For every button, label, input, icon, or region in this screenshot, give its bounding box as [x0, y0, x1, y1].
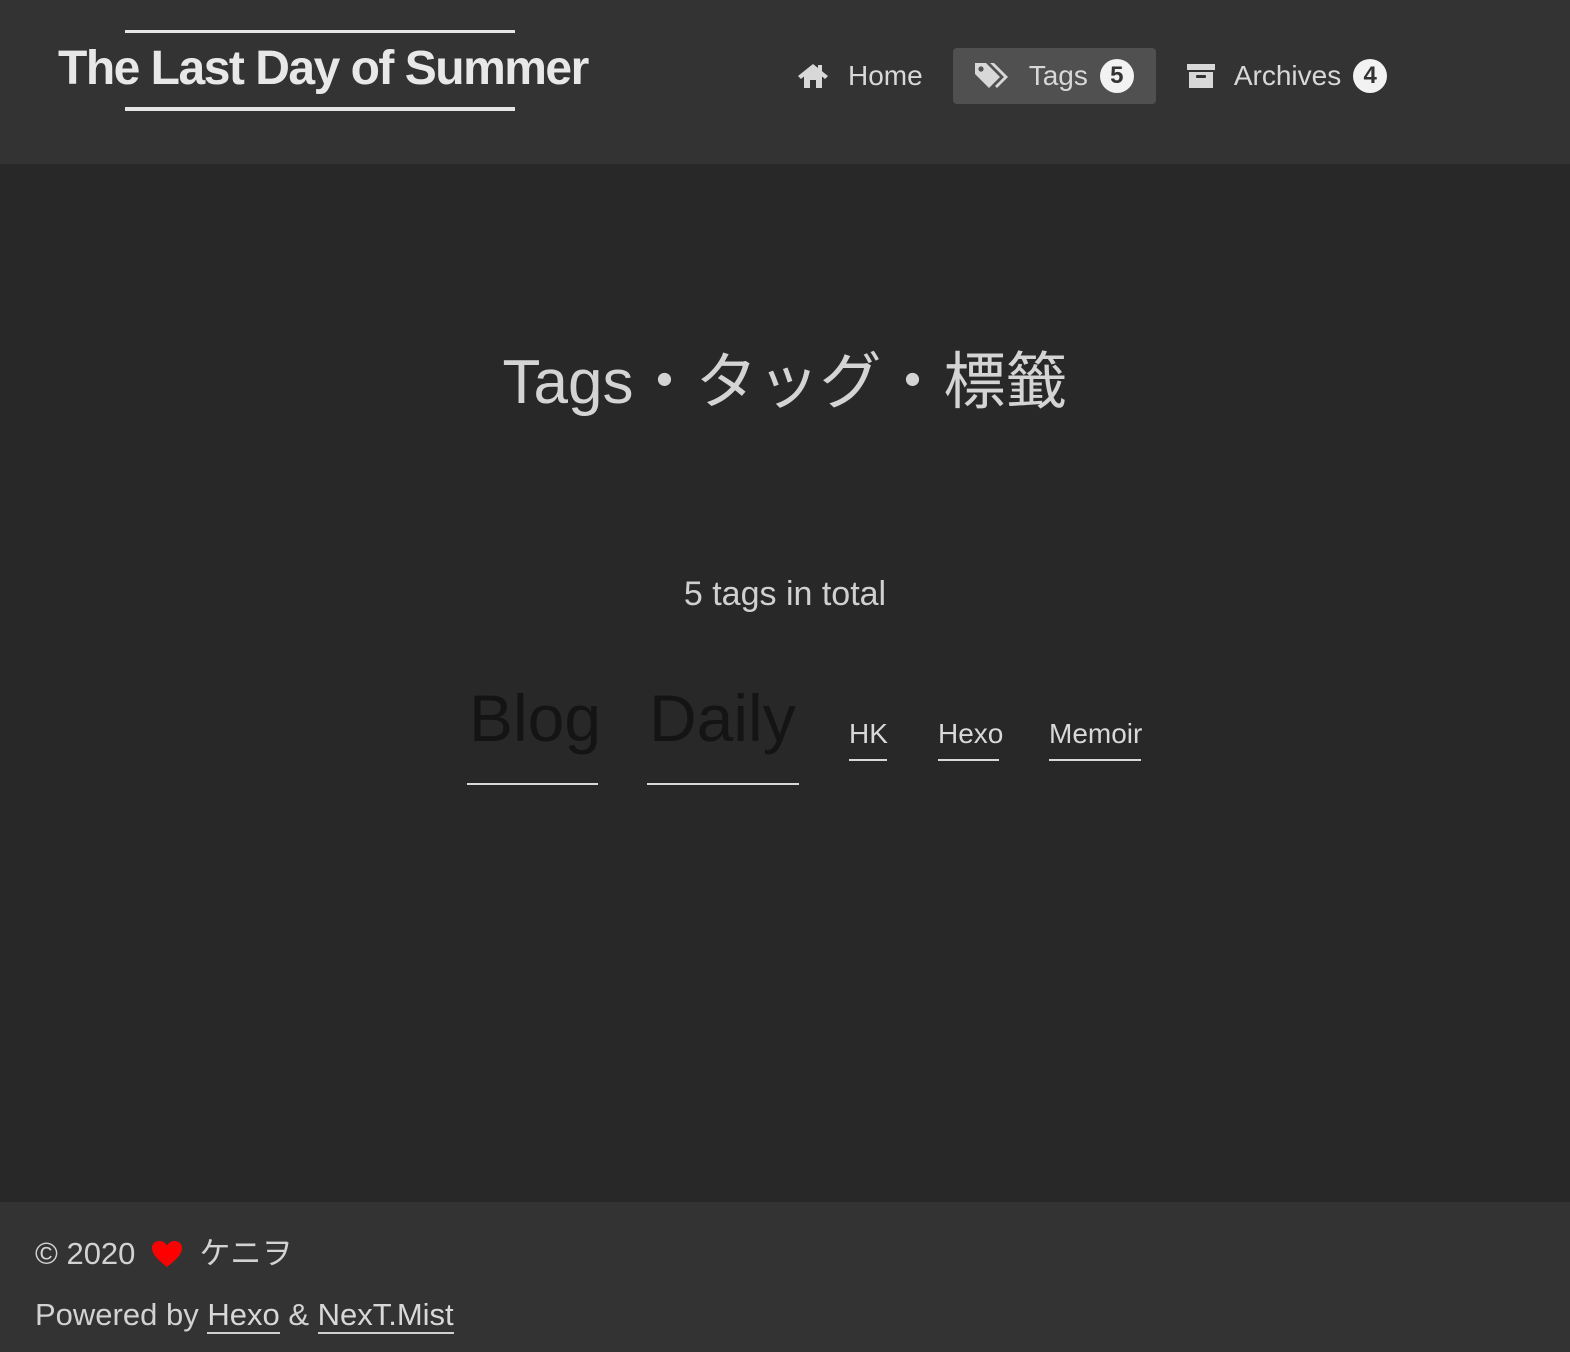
tag-daily[interactable]: Daily — [649, 678, 796, 758]
copyright-year: © 2020 — [35, 1236, 136, 1271]
tag-memoir-underline — [1049, 759, 1141, 761]
hexo-link[interactable]: Hexo — [207, 1297, 280, 1334]
page-title: Tags・タッグ・標籤 — [502, 348, 1068, 417]
nav-home-label: Home — [848, 60, 923, 91]
tag-hexo[interactable]: Hexo — [938, 716, 1003, 752]
nav-archives-badge: 4 — [1353, 59, 1388, 93]
tag-hk[interactable]: HK — [849, 716, 888, 752]
site-header: The Last Day of Summer Home Tags 5 Archi… — [0, 0, 1570, 164]
nav-archives[interactable]: Archives 4 — [1170, 48, 1403, 104]
powered-separator: & — [279, 1297, 318, 1332]
nav-home[interactable]: Home — [780, 48, 939, 104]
tag-blog-underline — [467, 783, 598, 785]
brand-line-bottom — [125, 107, 515, 111]
tag-blog[interactable]: Blog — [469, 678, 601, 758]
tags-total-count: 5 tags in total — [683, 575, 887, 613]
nav-archives-label: Archives — [1233, 60, 1342, 91]
main-nav: Home Tags 5 Archives 4 — [780, 48, 1403, 104]
tag-hexo-underline — [938, 759, 999, 761]
archive-icon — [1186, 62, 1216, 90]
tag-memoir[interactable]: Memoir — [1049, 716, 1142, 752]
powered-prefix: Powered by — [35, 1297, 208, 1332]
next-mist-link[interactable]: NexT.Mist — [317, 1297, 454, 1334]
site-title[interactable]: The Last Day of Summer — [58, 40, 589, 98]
heart-icon — [151, 1240, 183, 1268]
site-brand: The Last Day of Summer — [58, 30, 589, 112]
tag-daily-underline — [647, 783, 799, 785]
nav-tags-label: Tags — [1028, 60, 1088, 91]
tags-icon — [973, 60, 1011, 92]
powered-by: Powered by Hexo & NexT.Mist — [35, 1295, 454, 1335]
nav-tags-badge: 5 — [1099, 59, 1134, 93]
brand-line-top — [125, 30, 515, 33]
nav-tags[interactable]: Tags 5 — [952, 48, 1156, 104]
site-footer: © 2020 ケニヲ Powered by Hexo & NexT.Mist — [0, 1202, 1570, 1352]
copyright: © 2020 ケニヲ — [35, 1234, 292, 1274]
tag-hk-underline — [849, 759, 887, 761]
author-name: ケニヲ — [199, 1236, 293, 1271]
tag-cloud: Blog Daily HK Hexo Memoir — [0, 670, 1570, 800]
home-icon — [796, 62, 830, 90]
